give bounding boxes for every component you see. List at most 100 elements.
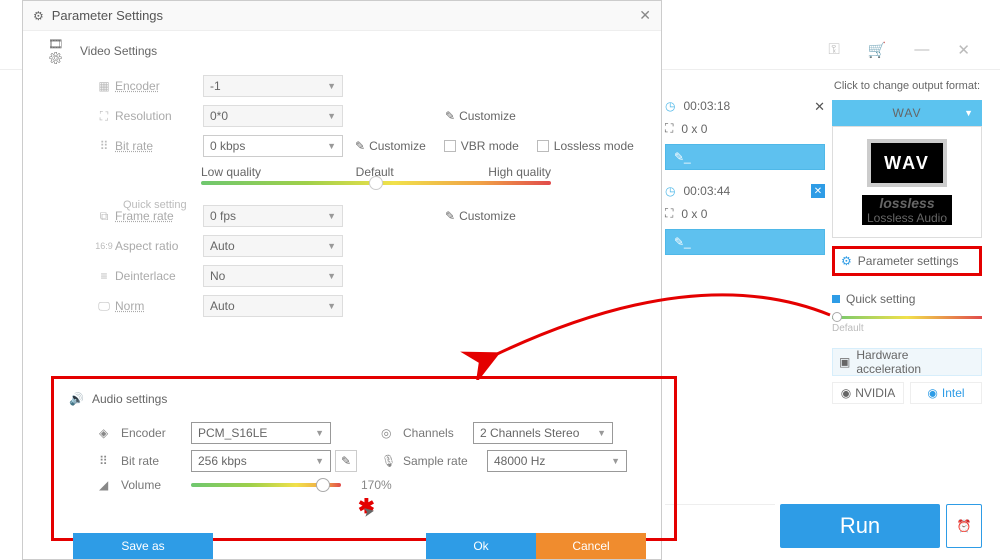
resolution-icon: ⛶ [93,109,115,124]
close-main-icon[interactable]: ✕ [957,41,970,59]
hardware-accel-button[interactable]: ▣Hardware acceleration [832,348,982,376]
high-label: High quality [488,165,551,179]
dialog-title: Parameter Settings [52,8,163,23]
channels-label: Channels [403,426,473,440]
samplerate-label: Sample rate [403,454,487,468]
channels-select[interactable]: 2 Channels Stereo▼ [473,422,613,444]
alarm-button[interactable]: ⏰ [946,504,982,548]
dimensions-icon: ⛶ [665,206,673,221]
clock-icon: ◷ [665,99,675,113]
audio-encoder-label: Encoder [121,426,191,440]
chevron-down-icon: ▼ [597,428,606,438]
chevron-down-icon: ▼ [327,111,336,121]
framerate-select[interactable]: 0 fps▼ [203,205,343,227]
volume-slider[interactable] [191,483,341,487]
customize-framerate[interactable]: ✎Customize [445,209,516,223]
pencil-icon: ✎ [445,109,455,123]
cart-icon[interactable]: 🛒 [868,41,887,59]
volume-value: 170% [361,478,392,492]
format-dropdown[interactable]: WAV▼ [832,100,982,126]
encoder-icon: ◈ [99,426,121,440]
file-duration: 00:03:18 [683,99,730,113]
framerate-label: Frame rate [115,209,203,223]
sliders-icon: ⚙ [841,254,852,268]
aspect-icon: 16:9 [93,241,115,251]
close-icon[interactable]: ✕ [811,184,825,198]
file-edit-button[interactable]: ✎_ [665,229,825,255]
video-icon: 🎞⚙ [48,41,72,61]
slider-knob[interactable] [316,478,330,492]
samplerate-icon: 🎙 [381,454,403,468]
format-label: WAV [893,106,922,120]
deinterlace-label: Deinterlace [115,269,203,283]
video-header: Video Settings [80,44,157,58]
param-label: Parameter settings [858,254,959,268]
bitrate-edit-button[interactable]: ✎ [335,450,357,472]
resolution-select[interactable]: 0*0▼ [203,105,343,127]
quality-slider[interactable] [201,181,551,185]
aspect-select[interactable]: Auto▼ [203,235,343,257]
volume-icon: ◢ [99,478,121,492]
audio-encoder-select[interactable]: PCM_S16LE▼ [191,422,331,444]
audio-bitrate-select[interactable]: 256 kbps▼ [191,450,331,472]
chevron-down-icon: ▼ [611,456,620,466]
chevron-down-icon: ▼ [327,271,336,281]
nvidia-badge: ◉NVIDIA [832,382,904,404]
pencil-icon: ✎ [341,454,351,468]
bitrate-label: Bit rate [115,139,203,153]
chevron-down-icon: ▼ [327,81,336,91]
samplerate-select[interactable]: 48000 Hz▼ [487,450,627,472]
dot-icon [832,295,840,303]
edit-icon: ✎_ [674,150,691,164]
intel-badge: ◉Intel [910,382,982,404]
resolution-label: Resolution [115,109,203,123]
file-dim: 0 x 0 [681,122,707,136]
customize-bitrate[interactable]: ✎Customize [355,139,426,153]
ok-button[interactable]: Ok [426,533,536,559]
chevron-down-icon: ▼ [315,428,324,438]
audio-icon: 🔊 [69,392,84,406]
run-button[interactable]: Run [780,504,940,548]
dimensions-icon: ⛶ [665,121,673,136]
audio-header: Audio settings [92,392,167,406]
chevron-down-icon: ▼ [315,456,324,466]
cancel-button[interactable]: Cancel [536,533,646,559]
deinterlace-select[interactable]: No▼ [203,265,343,287]
customize-resolution[interactable]: ✎Customize [445,109,516,123]
video-bitrate-select[interactable]: 0 kbps▼ [203,135,343,157]
file-duration: 00:03:44 [683,184,730,198]
aspect-label: Aspect ratio [115,239,203,253]
norm-label: Norm [115,299,203,313]
file-edit-button[interactable]: ✎_ [665,144,825,170]
clock-icon: ◷ [665,184,675,198]
bitrate-icon: ⠿ [93,139,115,153]
video-encoder-select[interactable]: -1▼ [203,75,343,97]
vbr-checkbox[interactable]: VBR mode [444,139,519,153]
intel-icon: ◉ [927,386,937,400]
parameter-settings-button[interactable]: ⚙ Parameter settings [832,246,982,276]
chevron-down-icon: ▼ [327,301,336,311]
save-as-button[interactable]: Save as [73,533,213,559]
close-icon[interactable]: ✕ [814,99,825,115]
slider-knob[interactable] [832,312,842,322]
slider-knob[interactable] [369,176,383,190]
encoder-icon: ▦ [93,79,115,93]
framerate-icon: ⧉ [93,209,115,224]
nvidia-icon: ◉ [841,386,851,400]
norm-select[interactable]: Auto▼ [203,295,343,317]
minimize-icon[interactable]: — [914,41,929,58]
close-dialog-icon[interactable]: ✕ [639,7,651,24]
lossless-checkbox[interactable]: Lossless mode [537,139,634,153]
pencil-icon: ✎ [355,139,365,153]
file-card: ✕ ◷ 00:03:18 ⛶ 0 x 0 ✎_ [665,95,825,170]
quick-slider[interactable] [832,316,982,319]
key-icon[interactable]: ⚿ [828,41,839,58]
wav-badge: WAV [867,139,947,187]
chevron-down-icon: ▼ [327,211,336,221]
lossless-text: lossless [879,195,934,211]
norm-icon: 🖵 [93,299,115,314]
lossless-sub: Lossless Audio [867,211,947,225]
file-card: ✕ ◷00:03:44 ⛶0 x 0 ✎_ [665,180,825,255]
encoder-label: Encoder [115,79,203,93]
deinterlace-icon: ≡ [93,269,115,283]
